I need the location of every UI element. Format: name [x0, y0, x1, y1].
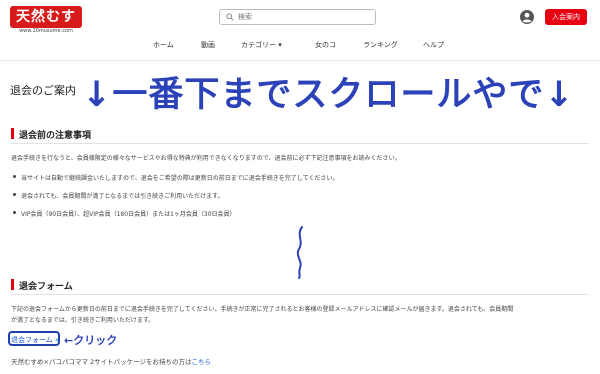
- nav-item-girls[interactable]: 女のコ: [315, 40, 336, 50]
- user-account-icon[interactable]: [520, 10, 534, 24]
- notice-bullet-1: 当サイトは自動で継続課金いたしますので、退会をご希望の際は更新日の前日までに退会…: [21, 175, 339, 182]
- notice-intro: 退会手続きを行なうと、会員様限定の様々なサービスやお得な特典が利用できなくなりま…: [11, 155, 401, 162]
- section-divider: [11, 294, 589, 295]
- site-logo-url: www.10musume.com: [19, 28, 73, 34]
- main-nav: ホーム 動画 カテゴリー ▾ 女のコ ランキング ヘルプ: [0, 40, 600, 54]
- notice-bullet-3: VIP会員（90日会員）、超VIP会員（180日会員）または1ヶ月会員（30日会…: [21, 211, 236, 218]
- squiggle-annotation: [296, 226, 303, 279]
- page-title: 退会のご案内: [10, 84, 76, 97]
- package-note: 天然むすめ×パコパコママ 2サイトパッケージをお持ちの方はこちら: [11, 356, 211, 366]
- nav-item-home[interactable]: ホーム: [153, 40, 174, 50]
- package-link[interactable]: こちら: [192, 358, 212, 366]
- search-input[interactable]: [238, 10, 368, 24]
- search-icon: [226, 13, 234, 21]
- bullet: [13, 211, 16, 214]
- package-note-text: 天然むすめ×パコパコママ 2サイトパッケージをお持ちの方は: [11, 358, 192, 366]
- join-button[interactable]: 入会案内: [545, 9, 587, 25]
- form-description-line1: 下記の退会フォームから更新日の前日までに退会手続きを完了してください。手続きが正…: [11, 306, 514, 313]
- notice-heading: 退会前の注意事項: [19, 131, 92, 141]
- section-accent-bar: [11, 279, 14, 290]
- scroll-annotation: ↓一番下までスクロールやで↓: [82, 75, 575, 115]
- nav-divider: [0, 60, 600, 61]
- nav-item-help[interactable]: ヘルプ: [423, 40, 444, 50]
- site-logo[interactable]: 天然むすめ: [10, 6, 82, 47]
- nav-item-videos[interactable]: 動画: [201, 40, 215, 50]
- section-divider: [11, 143, 589, 144]
- bullet: [13, 193, 16, 196]
- form-description-line2: が満了となるまでは、引き続きご利用いただけます。: [11, 317, 155, 324]
- notice-bullet-2: 退会されても、会員期間が満了となるまでは引き続きご利用いただけます。: [21, 193, 224, 200]
- nav-item-ranking[interactable]: ランキング: [363, 40, 398, 50]
- form-heading: 退会フォーム: [19, 282, 73, 292]
- withdraw-form-link[interactable]: 退会フォーム »: [11, 335, 59, 345]
- nav-item-category[interactable]: カテゴリー ▾: [241, 40, 282, 50]
- click-annotation: ←クリック: [64, 334, 118, 347]
- section-accent-bar: [11, 128, 14, 139]
- bullet: [13, 175, 16, 178]
- search-box[interactable]: [219, 9, 376, 25]
